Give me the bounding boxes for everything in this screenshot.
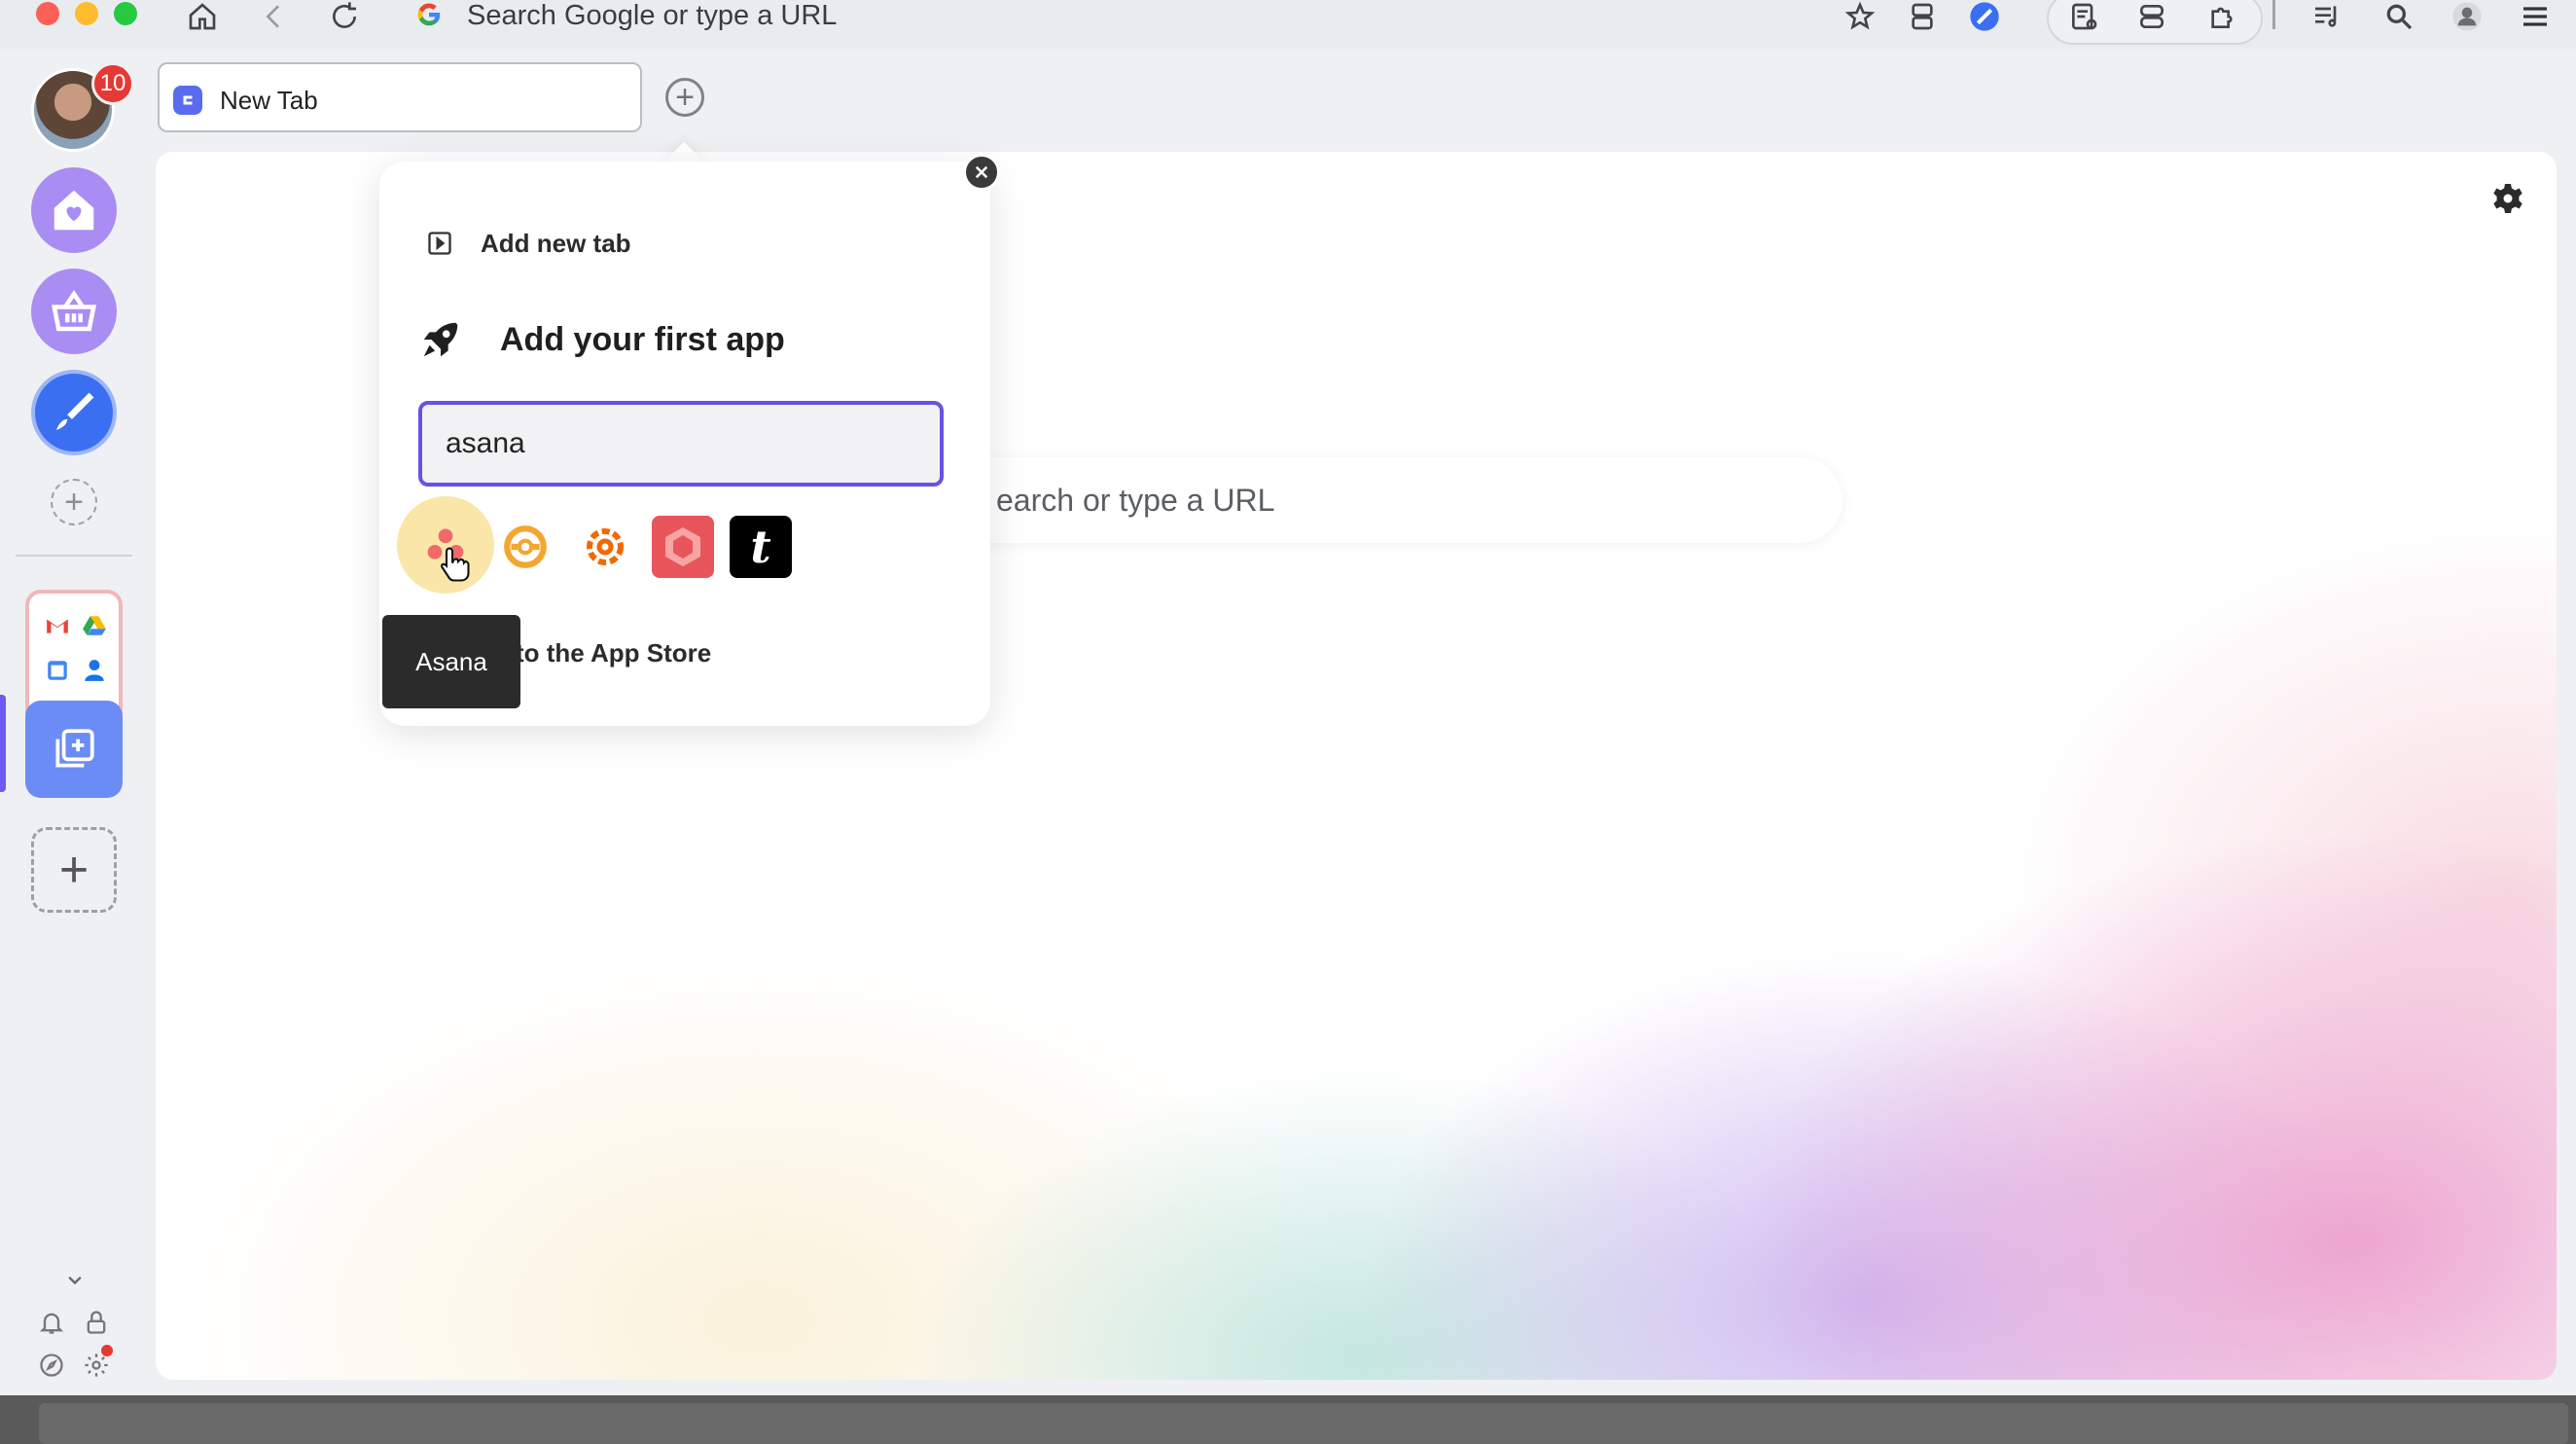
asana-tooltip: Asana <box>382 615 520 708</box>
tab-new-tab[interactable]: New Tab <box>158 62 642 132</box>
result-grafana[interactable] <box>574 516 636 578</box>
close-popup-button[interactable] <box>963 154 1000 191</box>
add-new-tab-option[interactable]: Add new tab <box>426 226 631 261</box>
calendar-icon <box>48 661 67 680</box>
search-icon[interactable] <box>2379 0 2418 33</box>
play-square-icon <box>428 232 451 255</box>
close-icon <box>975 165 988 179</box>
first-app-heading: Add your first app <box>418 317 785 362</box>
tabs-manager-button[interactable] <box>25 701 123 798</box>
letter-t-icon: t <box>750 521 771 573</box>
app-search-input[interactable] <box>418 401 944 487</box>
basket-app-icon[interactable] <box>31 269 117 354</box>
brush-app-icon[interactable] <box>31 370 117 455</box>
result-app-4[interactable] <box>652 516 714 578</box>
app-store-link[interactable]: to the App Store <box>516 638 711 668</box>
media-icon[interactable] <box>2308 0 2346 33</box>
lock-icon[interactable] <box>82 1308 111 1337</box>
grafana-icon <box>587 528 624 565</box>
new-tab-button[interactable]: + <box>665 78 704 117</box>
notification-badge: 10 <box>91 62 134 105</box>
back-icon[interactable] <box>255 0 294 33</box>
home-heart-app-icon[interactable] <box>31 167 117 253</box>
settings-alert-dot <box>101 1345 113 1356</box>
bell-icon[interactable] <box>37 1308 66 1337</box>
home-icon[interactable] <box>183 0 222 33</box>
paint-brush-icon[interactable] <box>1965 0 2004 33</box>
hand-cursor-icon <box>441 547 470 582</box>
result-app-5[interactable]: t <box>730 516 792 578</box>
add-space-button[interactable]: + <box>51 479 97 525</box>
bottom-window-edge <box>0 1395 2576 1444</box>
main-search-bar[interactable]: earch or type a URL <box>953 457 1843 543</box>
result-asana[interactable] <box>397 496 494 594</box>
add-app-button[interactable]: + <box>31 827 117 913</box>
app-sidebar: 10 + + <box>0 49 148 1395</box>
contacts-icon <box>85 660 104 681</box>
drive-icon <box>83 616 106 635</box>
toolbar-divider <box>2272 0 2275 29</box>
new-tab-favicon-icon <box>173 86 202 115</box>
zoom-window-button[interactable] <box>114 2 137 25</box>
chevron-down-icon[interactable] <box>60 1265 89 1294</box>
add-new-tab-label: Add new tab <box>481 228 631 258</box>
gmail-icon <box>47 619 68 633</box>
customize-gear-icon[interactable] <box>2490 181 2525 216</box>
settings-gear-icon[interactable] <box>82 1345 113 1380</box>
sidebar-divider <box>16 555 132 557</box>
extensions-icon[interactable] <box>2202 0 2241 33</box>
active-indicator <box>0 695 6 792</box>
close-window-button[interactable] <box>36 2 59 25</box>
address-bar[interactable]: Search Google or type a URL <box>401 0 2016 35</box>
tab-label: New Tab <box>220 86 318 115</box>
bottom-window-panel <box>39 1403 2568 1444</box>
circle-arrows-icon <box>504 525 547 568</box>
first-app-title: Add your first app <box>500 320 785 358</box>
profile-icon[interactable] <box>2448 0 2487 33</box>
reading-list-icon[interactable] <box>2064 0 2103 33</box>
hexagon-icon <box>665 527 700 566</box>
compass-icon[interactable] <box>37 1351 66 1380</box>
address-bar-text: Search Google or type a URL <box>467 0 838 31</box>
result-app-2[interactable] <box>494 516 556 578</box>
google-icon <box>417 3 441 26</box>
menu-icon[interactable] <box>2516 0 2555 33</box>
star-icon[interactable] <box>1841 0 1879 33</box>
main-search-placeholder: earch or type a URL <box>996 483 1275 518</box>
rocket-icon <box>423 322 458 357</box>
sidebar-icon[interactable] <box>1903 0 1942 33</box>
browser-toolbar: Search Google or type a URL <box>0 0 2576 49</box>
reload-icon[interactable] <box>325 0 364 33</box>
add-tab-icon <box>55 729 94 768</box>
tab-search-icon[interactable] <box>2132 0 2171 33</box>
minimize-window-button[interactable] <box>75 2 98 25</box>
app-results-list: t <box>379 496 990 594</box>
